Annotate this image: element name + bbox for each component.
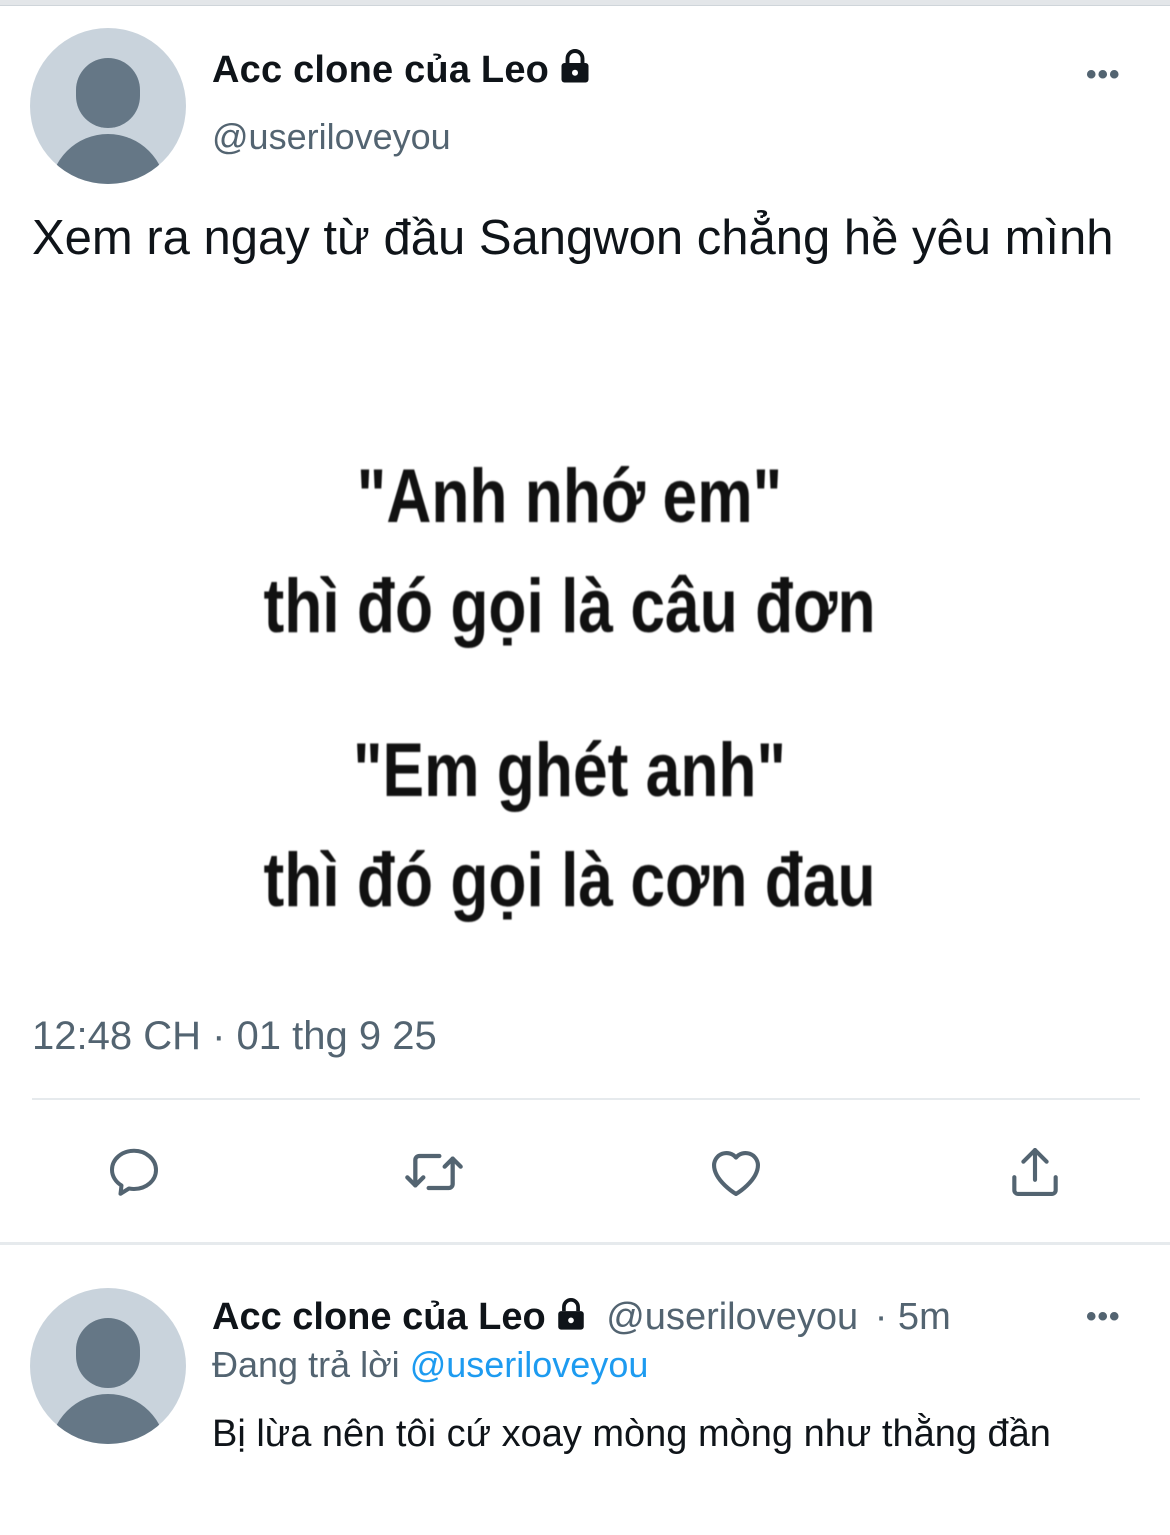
avatar-head [76,58,140,128]
heart-icon [711,1150,761,1197]
share-button[interactable] [1003,1140,1067,1204]
more-options-icon[interactable]: ••• [1086,58,1121,92]
avatar-head [76,1318,140,1388]
lock-icon [557,1298,584,1330]
reply-button[interactable] [102,1140,166,1204]
retweet-button[interactable] [402,1140,466,1204]
divider [32,1098,1140,1100]
tweet-timestamp[interactable]: 12:48 CH · 01 thg 9 25 [32,1014,437,1059]
reply-author-handle[interactable]: @useriloveyou [606,1296,858,1338]
lock-icon [561,49,589,83]
retweet-icon [405,1153,463,1191]
tweet-media-image[interactable]: "Anh nhớ em" thì đó gọi là câu đơn "Em g… [32,365,1107,980]
reply-author-name[interactable]: Acc clone của Leo [212,1296,546,1338]
top-edge [0,0,1170,6]
like-button[interactable] [704,1140,768,1204]
section-separator [0,1242,1170,1245]
share-icon [1012,1147,1058,1197]
avatar-body [50,1394,166,1444]
author-name[interactable]: Acc clone của Leo [212,48,593,92]
reply-time[interactable]: · 5m [875,1296,951,1338]
meme-line-4: thì đó gọi là cơn đau [263,838,876,923]
author-name-text: Acc clone của Leo [212,49,550,91]
tweet-text: Xem ra ngay từ đầu Sangwon chẳng hề yêu … [32,211,1114,265]
reply-icon [110,1148,158,1196]
reply-text: Bị lừa nên tôi cứ xoay mòng mòng như thằ… [212,1413,1051,1455]
author-handle[interactable]: @useriloveyou [212,116,451,158]
avatar[interactable] [30,28,186,184]
reply-avatar[interactable] [30,1288,186,1444]
meme-line-3: "Em ghét anh" [352,728,787,813]
reply-more-options-icon[interactable]: ••• [1086,1300,1121,1334]
meme-line-2: thì đó gọi là câu đơn [263,564,876,649]
replying-mention-link[interactable]: @useriloveyou [410,1344,649,1385]
reply-header: Acc clone của Leo @useriloveyou · 5m [212,1296,951,1339]
avatar-body [50,134,166,184]
replying-to: Đang trả lời @useriloveyou [212,1344,648,1386]
replying-prefix: Đang trả lời [212,1344,400,1385]
meme-line-1: "Anh nhớ em" [356,454,783,539]
